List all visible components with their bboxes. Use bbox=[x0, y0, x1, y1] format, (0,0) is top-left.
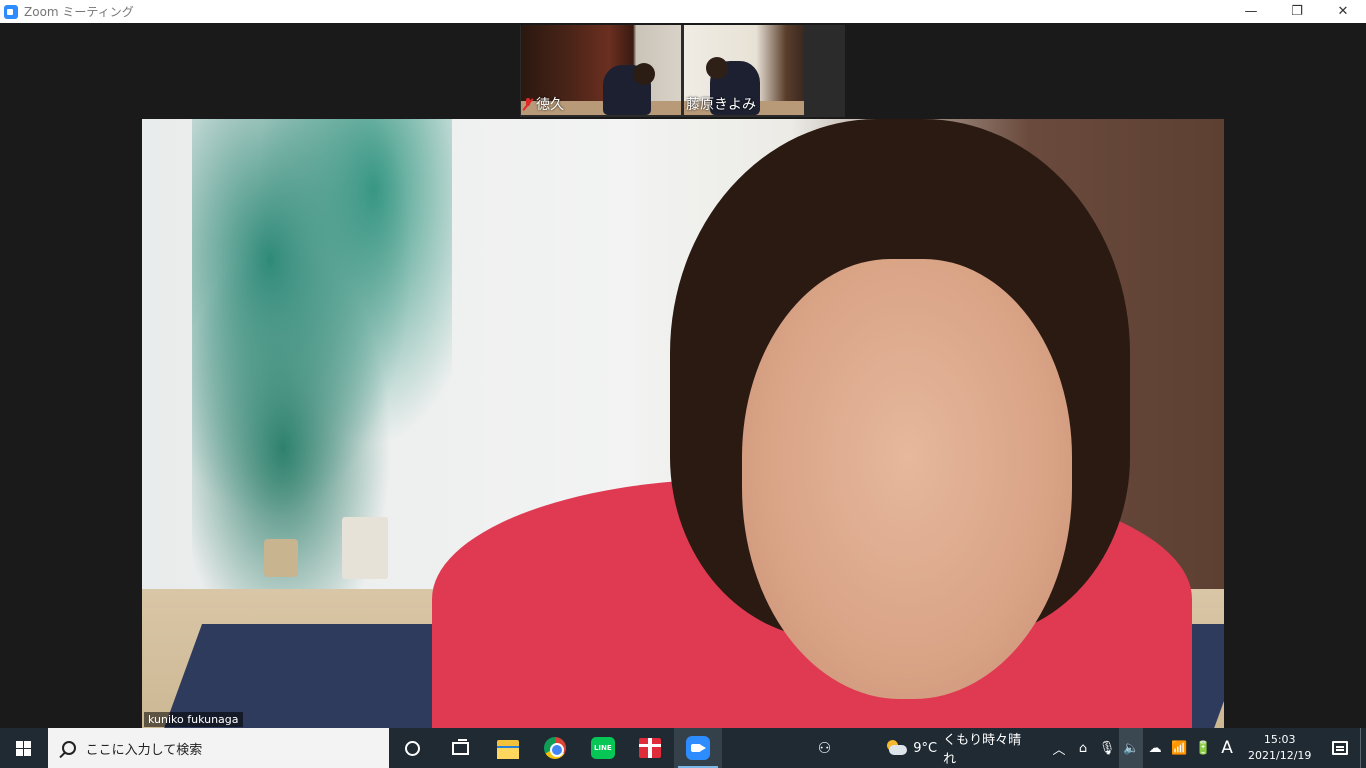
minimize-icon[interactable]: — bbox=[1228, 0, 1274, 23]
participant-name: 徳久 bbox=[536, 97, 564, 113]
participant-thumbnail-2[interactable]: 藤原きよみ bbox=[684, 25, 804, 115]
file-explorer-button[interactable] bbox=[484, 728, 532, 768]
close-icon[interactable]: ✕ bbox=[1320, 0, 1366, 23]
speaker-nametag: kuniko fukunaga bbox=[144, 712, 243, 727]
show-desktop-button[interactable] bbox=[1360, 728, 1366, 768]
gift-app-button[interactable] bbox=[627, 728, 675, 768]
microphone-icon[interactable]: 🎙 bbox=[1095, 728, 1119, 768]
participant-nametag: 徳久 bbox=[523, 94, 564, 114]
participant-strip: 徳久 藤原きよみ bbox=[520, 25, 845, 117]
participant-head bbox=[633, 63, 655, 85]
ime-mode-indicator[interactable]: A bbox=[1215, 728, 1239, 768]
weather-icon bbox=[885, 740, 908, 756]
restore-icon[interactable]: ❐ bbox=[1274, 0, 1320, 23]
window-title: Zoom ミーティング bbox=[24, 5, 134, 19]
participant-thumbnail-1[interactable]: 徳久 bbox=[521, 25, 681, 115]
task-view-icon bbox=[451, 738, 469, 755]
windows-taskbar: ここに入力して検索 LINE ⚇ 9°C くもり時々晴れ ︿ ⌂ 🎙 🔈 ☁ 📶… bbox=[0, 728, 1366, 768]
cortana-icon bbox=[404, 740, 420, 756]
zoom-taskbar-button[interactable] bbox=[674, 728, 722, 768]
meet-now-icon[interactable]: ⌂ bbox=[1071, 728, 1095, 768]
search-icon bbox=[61, 741, 76, 755]
weather-widget[interactable]: 9°C くもり時々晴れ bbox=[885, 729, 1033, 767]
zoom-taskbar-icon bbox=[685, 736, 710, 760]
chrome-button[interactable] bbox=[531, 728, 579, 768]
system-tray: ︿ ⌂ 🎙 🔈 ☁ 📶 🔋 A bbox=[1047, 728, 1239, 768]
notification-icon bbox=[1332, 741, 1349, 755]
action-center-button[interactable] bbox=[1320, 741, 1360, 755]
wall-plant-art bbox=[192, 119, 452, 589]
cortana-button[interactable] bbox=[389, 728, 437, 768]
search-placeholder: ここに入力して検索 bbox=[85, 742, 203, 758]
people-icon[interactable]: ⚇ bbox=[818, 739, 848, 757]
participant-name: 藤原きよみ bbox=[686, 97, 756, 113]
volume-icon[interactable]: 🔈 bbox=[1119, 728, 1144, 768]
plant-pot bbox=[342, 517, 388, 579]
speaker-face bbox=[742, 259, 1072, 699]
window-controls: — ❐ ✕ bbox=[1228, 0, 1366, 23]
battery-icon[interactable]: 🔋 bbox=[1191, 728, 1215, 768]
participant-head bbox=[706, 57, 728, 79]
meeting-area: 徳久 藤原きよみ kuniko fukunaga bbox=[0, 23, 1366, 728]
line-icon: LINE bbox=[590, 737, 615, 759]
participant-nametag: 藤原きよみ bbox=[686, 94, 756, 114]
wifi-icon[interactable]: 📶 bbox=[1167, 728, 1191, 768]
mic-off-icon bbox=[523, 97, 533, 111]
taskbar-search-box[interactable]: ここに入力して検索 bbox=[47, 728, 389, 768]
windows-logo-icon[interactable] bbox=[0, 728, 48, 768]
onedrive-icon[interactable]: ☁ bbox=[1143, 728, 1167, 768]
chrome-icon bbox=[544, 737, 567, 759]
plant-pot bbox=[264, 539, 298, 577]
task-view-button[interactable] bbox=[436, 728, 484, 768]
weather-condition: くもり時々晴れ bbox=[943, 733, 1022, 767]
zoom-app-icon bbox=[4, 4, 18, 19]
clock-time: 15:03 bbox=[1263, 733, 1296, 746]
line-button[interactable]: LINE bbox=[579, 728, 627, 768]
title-bar: Zoom ミーティング — ❐ ✕ bbox=[0, 0, 1366, 23]
gift-icon bbox=[639, 738, 662, 758]
active-speaker-video[interactable]: kuniko fukunaga bbox=[142, 119, 1224, 728]
taskbar-clock[interactable]: 15:03 2021/12/19 bbox=[1239, 732, 1320, 764]
file-explorer-icon bbox=[496, 739, 519, 759]
show-hidden-icons-chevron[interactable]: ︿ bbox=[1047, 728, 1071, 768]
weather-temperature: 9°C bbox=[913, 740, 938, 756]
clock-date: 2021/12/19 bbox=[1248, 749, 1312, 762]
